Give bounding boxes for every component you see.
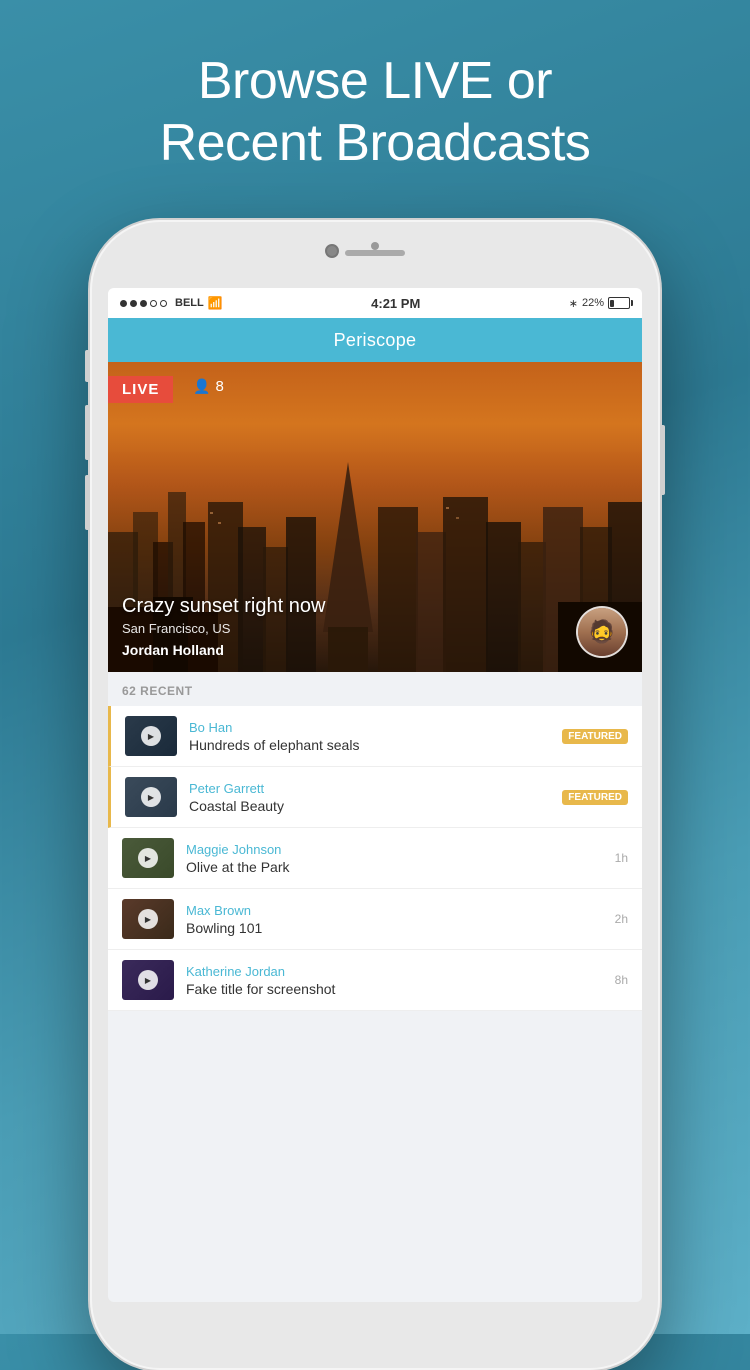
wifi-icon: 📶 (208, 296, 223, 310)
item-info: Max Brown Bowling 101 (186, 903, 607, 936)
signal-dot-5 (160, 300, 167, 307)
featured-badge: FEATURED (562, 729, 628, 744)
hero-avatar: 🧔 (576, 606, 628, 658)
hero-broadcast[interactable]: LIVE 👤 8 Crazy sunset right now San Fran… (108, 362, 642, 672)
item-username: Bo Han (189, 720, 554, 735)
item-time: 8h (615, 973, 628, 987)
play-icon: ▶ (141, 787, 161, 807)
item-info: Katherine Jordan Fake title for screensh… (186, 964, 607, 997)
item-title: Hundreds of elephant seals (189, 737, 554, 753)
hero-location: San Francisco, US (122, 621, 572, 636)
phone-speaker (345, 250, 405, 256)
status-right: ∗ 22% (569, 297, 630, 310)
item-title: Fake title for screenshot (186, 981, 607, 997)
hero-username: Jordan Holland (122, 642, 572, 658)
thumbnail: ▶ (125, 716, 177, 756)
signal-dot-4 (150, 300, 157, 307)
signal-dot-1 (120, 300, 127, 307)
play-icon: ▶ (141, 726, 161, 746)
status-left: BELL 📶 (120, 296, 223, 310)
item-title: Bowling 101 (186, 920, 607, 936)
battery-icon (608, 297, 630, 309)
play-icon: ▶ (138, 848, 158, 868)
recent-section: 62 RECENT ▶ Bo Han Hundreds of elephant … (108, 672, 642, 1011)
item-title: Coastal Beauty (189, 798, 554, 814)
btn-power (660, 425, 665, 495)
page-title: Browse LIVE or Recent Broadcasts (60, 50, 690, 175)
item-info: Bo Han Hundreds of elephant seals (189, 720, 554, 753)
btn-vol-up (85, 405, 90, 460)
hero-info: Crazy sunset right now San Francisco, US… (122, 595, 572, 658)
page-header: Browse LIVE or Recent Broadcasts (0, 0, 750, 205)
signal-dot-2 (130, 300, 137, 307)
page-background: Browse LIVE or Recent Broadcasts (0, 0, 750, 205)
broadcast-item[interactable]: ▶ Max Brown Bowling 101 2h (108, 889, 642, 950)
phone-camera (325, 244, 339, 258)
item-info: Peter Garrett Coastal Beauty (189, 781, 554, 814)
battery-fill (610, 300, 614, 307)
item-title: Olive at the Park (186, 859, 607, 875)
broadcast-item[interactable]: ▶ Peter Garrett Coastal Beauty FEATURED (108, 767, 642, 828)
signal-dot-3 (140, 300, 147, 307)
thumbnail: ▶ (125, 777, 177, 817)
battery-percent: 22% (582, 297, 604, 309)
broadcast-item[interactable]: ▶ Bo Han Hundreds of elephant seals FEAT… (108, 706, 642, 767)
item-username: Peter Garrett (189, 781, 554, 796)
btn-vol-down (85, 475, 90, 530)
recent-header: 62 RECENT (108, 672, 642, 706)
item-username: Katherine Jordan (186, 964, 607, 979)
item-info: Maggie Johnson Olive at the Park (186, 842, 607, 875)
viewer-icon: 👤 (193, 378, 210, 395)
status-bar: BELL 📶 4:21 PM ∗ 22% (108, 288, 642, 318)
thumbnail: ▶ (122, 899, 174, 939)
broadcast-item[interactable]: ▶ Maggie Johnson Olive at the Park 1h (108, 828, 642, 889)
status-time: 4:21 PM (371, 296, 420, 311)
play-icon: ▶ (138, 970, 158, 990)
item-time: 1h (615, 851, 628, 865)
bluetooth-icon: ∗ (569, 297, 578, 310)
phone-frame: BELL 📶 4:21 PM ∗ 22% Periscope (90, 220, 660, 1370)
item-time: 2h (615, 912, 628, 926)
thumbnail: ▶ (122, 960, 174, 1000)
play-icon: ▶ (138, 909, 158, 929)
btn-silent (85, 350, 90, 382)
app-title: Periscope (334, 330, 417, 351)
featured-badge: FEATURED (562, 790, 628, 805)
live-badge: LIVE (108, 376, 173, 403)
thumbnail: ▶ (122, 838, 174, 878)
app-header: Periscope (108, 318, 642, 362)
phone-screen: BELL 📶 4:21 PM ∗ 22% Periscope (108, 288, 642, 1302)
viewer-count: 👤 8 (193, 378, 224, 395)
hero-title: Crazy sunset right now (122, 595, 572, 618)
item-username: Maggie Johnson (186, 842, 607, 857)
broadcast-item[interactable]: ▶ Katherine Jordan Fake title for screen… (108, 950, 642, 1011)
carrier-label: BELL (175, 297, 204, 309)
item-username: Max Brown (186, 903, 607, 918)
